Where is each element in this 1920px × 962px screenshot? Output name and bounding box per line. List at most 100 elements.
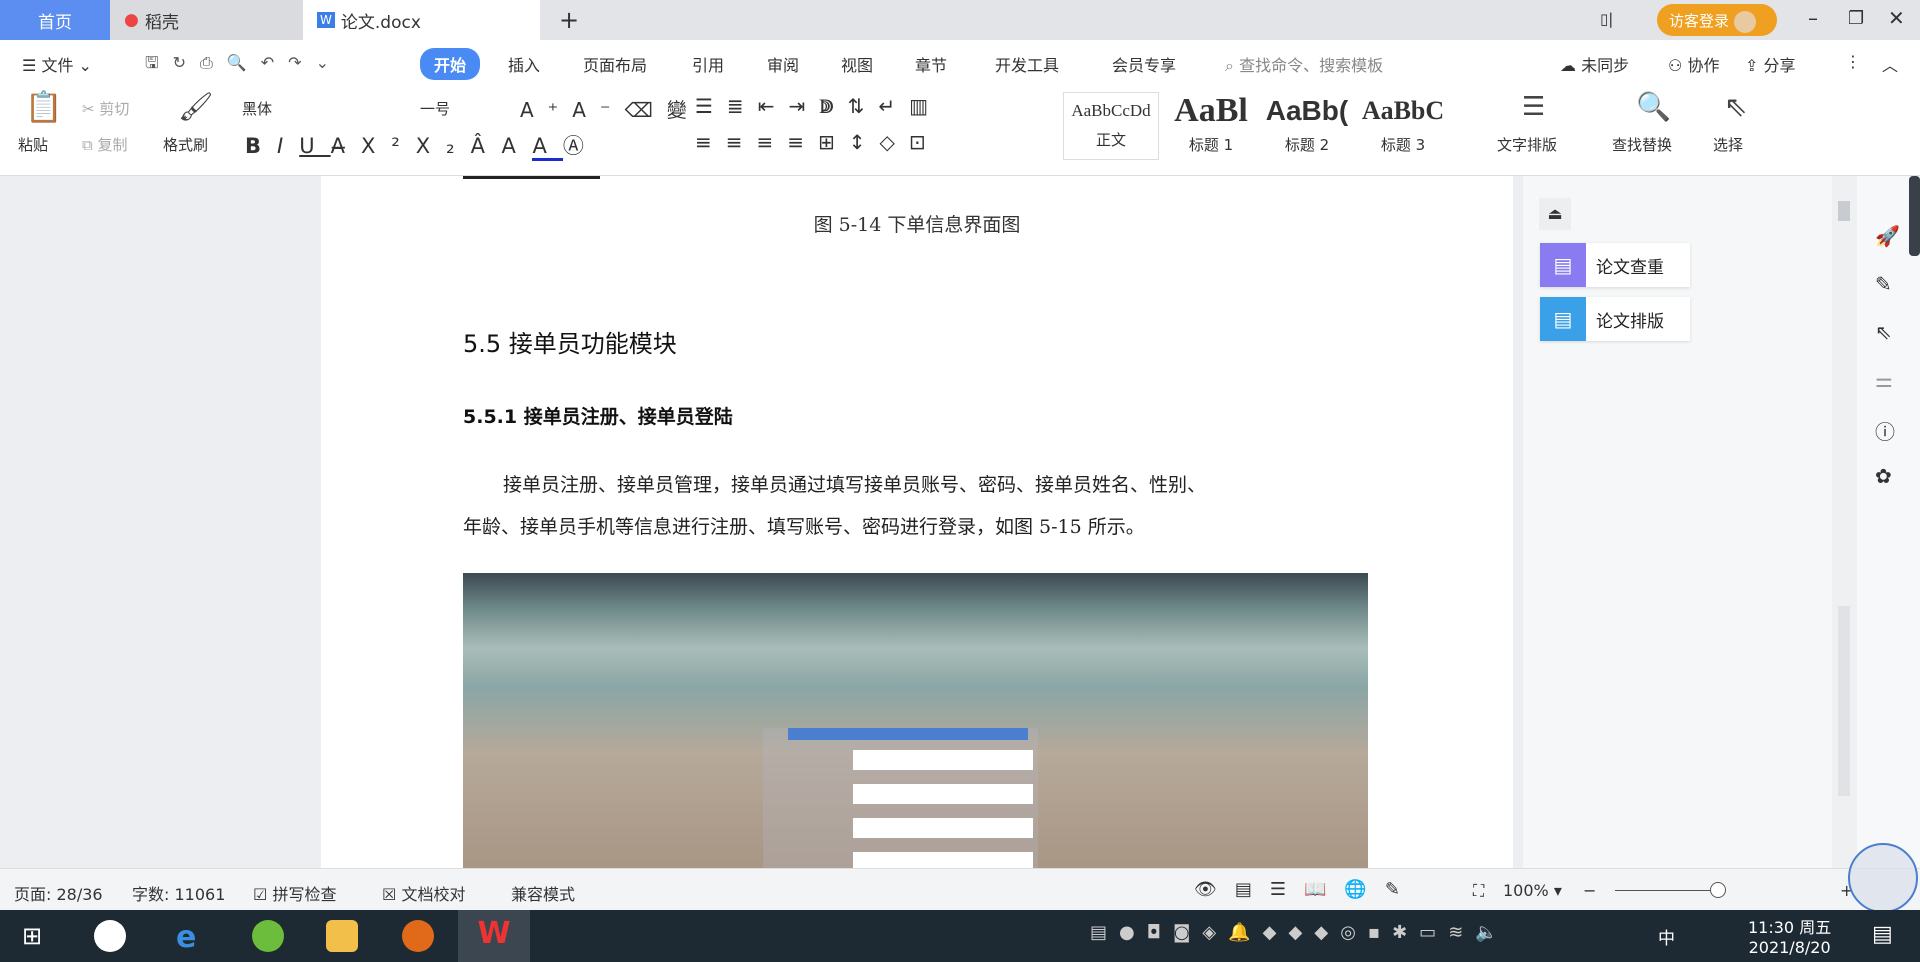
tab-page-layout[interactable]: 页面布局 — [583, 52, 647, 76]
style-preview: AaBb( — [1265, 95, 1349, 126]
share-button[interactable]: ⇪ 分享 — [1745, 52, 1796, 76]
close-button[interactable]: ✕ — [1888, 6, 1905, 30]
proofread-button[interactable]: ☒ 文档校对 — [382, 881, 465, 905]
paste-icon[interactable]: 📋 — [25, 90, 62, 125]
text-layout-button[interactable]: 文字排版 — [1497, 134, 1557, 155]
search-icon: ⌕ — [1225, 56, 1234, 75]
file-explorer-icon[interactable] — [326, 920, 358, 952]
app-icon-orange[interactable] — [402, 920, 434, 952]
zoom-slider[interactable] — [1615, 890, 1725, 891]
side-panel: ⏏ ▤ 论文查重 ▤ 论文排版 — [1523, 176, 1832, 868]
tab-references[interactable]: 引用 — [692, 52, 724, 76]
zoom-select[interactable]: 100% ▾ — [1503, 881, 1562, 900]
font-size-buttons[interactable]: A⁺A⁻⌫變 — [520, 94, 701, 123]
tab-developer[interactable]: 开发工具 — [995, 52, 1059, 76]
login-button[interactable]: 访客登录 — [1657, 4, 1777, 36]
tab-docer[interactable]: ● 稻壳 — [110, 0, 303, 40]
format-painter-button[interactable]: 格式刷 — [163, 134, 208, 155]
page-indicator[interactable]: 页面: 28/36 — [14, 881, 103, 905]
tab-insert[interactable]: 插入 — [508, 52, 540, 76]
taskbar: ⊞ e W ▤●◘◙◈🔔◆◆◆◎▪✱▭≋🔈 中 11:30 周五 2021/8/2… — [0, 910, 1920, 962]
font-size-select[interactable]: 一号 — [420, 98, 450, 119]
tab-label: 首页 — [38, 12, 72, 33]
style-heading-3[interactable]: AaBbC 标题 3 — [1355, 92, 1451, 155]
collapse-ribbon-icon[interactable]: ︿ — [1882, 52, 1898, 76]
figure-caption: 图 5-14 下单信息界面图 — [813, 214, 1021, 236]
pen-icon[interactable]: ✎ — [1875, 272, 1892, 296]
select-button[interactable]: 选择 — [1713, 134, 1743, 155]
app-icon-1[interactable] — [94, 920, 126, 952]
spell-check-button[interactable]: ☑ 拼写检查 — [253, 881, 336, 905]
style-preview: AaBl — [1174, 92, 1248, 129]
wps-writer-icon: W — [317, 12, 335, 28]
paragraph-line: 接单员注册、接单员管理，接单员通过填写接单员账号、密码、接单员姓名、性别、 — [503, 474, 1207, 496]
ime-indicator[interactable]: 中 — [1658, 924, 1675, 949]
settings-slider-icon[interactable]: ⚌ — [1875, 368, 1893, 392]
file-menu[interactable]: ☰ 文件 ⌄ — [22, 52, 92, 76]
proof-label: 文档校对 — [401, 885, 466, 904]
sync-button[interactable]: ☁ 未同步 — [1560, 52, 1629, 76]
browser-360-icon[interactable] — [252, 920, 284, 952]
image-bottom-edge — [463, 176, 600, 179]
minimize-button[interactable]: – — [1808, 6, 1818, 30]
menu-bar: ☰ 文件 ⌄ 🖫↻⎙🔍↶↷⌄ 开始 插入 页面布局 引用 审阅 视图 章节 开发… — [0, 40, 1920, 86]
scroll-nav-buttons[interactable] — [1838, 606, 1850, 796]
style-heading-2[interactable]: AaBb( 标题 2 — [1259, 92, 1355, 155]
style-normal[interactable]: AaBbCcDd 正文 — [1063, 92, 1159, 160]
format-painter-icon[interactable]: 🖌 — [178, 90, 214, 123]
wps-icon: W — [477, 916, 511, 951]
zoom-slider-thumb[interactable] — [1710, 882, 1726, 898]
copy-label: 复制 — [97, 136, 128, 154]
fit-icon[interactable]: ⛶ — [1473, 881, 1484, 901]
clock-date: 2021/8/20 — [1748, 938, 1831, 957]
tab-chapter[interactable]: 章节 — [915, 52, 947, 76]
paper-layout-button[interactable]: ▤ 论文排版 — [1540, 297, 1690, 341]
style-heading-1[interactable]: AaBl 标题 1 — [1163, 92, 1259, 155]
floating-assistant[interactable] — [1848, 843, 1918, 913]
cursor-icon[interactable]: ⇖ — [1875, 320, 1892, 344]
compat-mode: 兼容模式 — [511, 885, 576, 904]
tab-start[interactable]: 开始 — [420, 48, 481, 80]
help-icon[interactable]: ⓘ — [1875, 416, 1895, 445]
clock[interactable]: 11:30 周五 2021/8/20 — [1748, 914, 1831, 957]
eject-icon[interactable]: ⏏ — [1539, 198, 1571, 230]
scrollbar-thumb[interactable] — [1838, 201, 1850, 221]
command-search[interactable]: ⌕ 查找命令、搜索模板 — [1225, 52, 1383, 76]
style-preview: AaBbC — [1361, 96, 1445, 125]
font-style-buttons[interactable]: BIUA̶X²X₂ÂAAⒶ — [245, 130, 600, 161]
paper-check-button[interactable]: ▤ 论文查重 — [1540, 243, 1690, 287]
start-button[interactable]: ⊞ — [22, 922, 42, 950]
vertical-scrollbar[interactable] — [1832, 176, 1857, 868]
tab-bar: 首页 ● 稻壳 W 论文.docx + ▯| 访客登录 – ❐ ✕ — [0, 0, 1920, 40]
paper-check-icon: ▤ — [1540, 243, 1586, 287]
tab-view[interactable]: 视图 — [841, 52, 873, 76]
notification-icon[interactable]: ▤ — [1872, 922, 1893, 947]
rocket-icon[interactable]: 🚀 — [1875, 224, 1900, 248]
collab-button[interactable]: ⚇ 协作 — [1668, 52, 1719, 76]
zoom-out-button[interactable]: − — [1583, 881, 1596, 900]
quick-access-icons[interactable]: 🖫↻⎙🔍↶↷⌄ — [145, 52, 343, 79]
ie-icon[interactable]: e — [176, 920, 208, 955]
wps-taskbar-item[interactable]: W — [458, 910, 530, 962]
new-tab-button[interactable]: + — [545, 0, 579, 40]
form-field-image — [853, 818, 1033, 838]
font-select[interactable]: 黑体 — [242, 98, 412, 119]
word-count[interactable]: 字数: 11061 — [132, 881, 225, 905]
tab-review[interactable]: 审阅 — [767, 52, 799, 76]
restore-button[interactable]: ❐ — [1848, 8, 1864, 29]
copy-button[interactable]: ⧉ 复制 — [82, 134, 128, 155]
paragraph-buttons[interactable]: ☰≣⇤⇥ↇ⇅↵▥ — [695, 94, 942, 118]
find-replace-button[interactable]: 查找替换 — [1612, 134, 1672, 155]
paste-button[interactable]: 粘贴 — [18, 134, 48, 155]
tab-member[interactable]: 会员专享 — [1112, 52, 1176, 76]
more-icon[interactable]: ⋮ — [1845, 52, 1861, 71]
document-page[interactable]: 图 5-14 下单信息界面图 5.5 接单员功能模块 5.5.1 接单员注册、接… — [321, 176, 1513, 868]
tab-home[interactable]: 首页 — [0, 0, 110, 40]
window-layout-icon[interactable]: ▯| — [1600, 10, 1613, 28]
style-label: 标题 2 — [1284, 136, 1330, 154]
cut-button[interactable]: ✂ 剪切 — [82, 98, 129, 119]
align-buttons[interactable]: ≡≡≡≡⊞↕◇⊡ — [695, 130, 940, 154]
view-mode-icons[interactable]: 👁▤☰📖🌐✎ — [1194, 879, 1418, 900]
skin-icon[interactable]: ✿ — [1875, 464, 1892, 488]
tab-document[interactable]: W 论文.docx — [303, 0, 540, 40]
